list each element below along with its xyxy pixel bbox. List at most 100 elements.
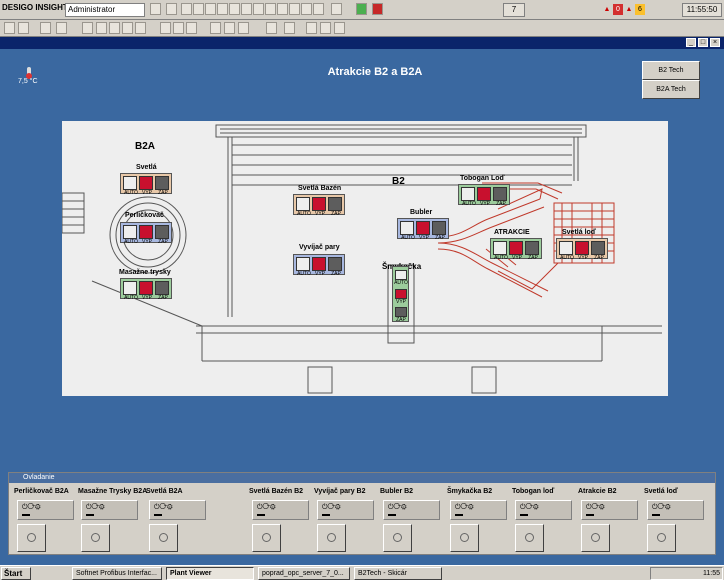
maximize-button[interactable]: □ (698, 38, 708, 47)
atrakcie-vyp-button[interactable]: VYP (509, 241, 523, 261)
toolbar-button[interactable] (193, 3, 204, 15)
task-opc-server[interactable]: poprad_opc_server_7_0... (258, 567, 350, 580)
toolbar-button[interactable] (4, 22, 15, 34)
nav-button-b2a-tech[interactable]: B2A Tech (642, 80, 700, 99)
card-action-button[interactable] (17, 524, 46, 552)
control-panel: Ovladanie Perličkovač B2A ⏻⟳⚙ Masažne Trys… (8, 472, 716, 555)
card-title: Svetlá Bazén B2 (249, 488, 304, 495)
minimize-button[interactable]: _ (686, 38, 696, 47)
vyvijac-auto-button[interactable]: AUTO (296, 257, 311, 277)
toolbar-button[interactable] (40, 22, 51, 34)
smykacka-zap-button[interactable] (395, 307, 407, 317)
toolbar-button[interactable] (331, 3, 342, 15)
card-action-button[interactable] (317, 524, 346, 552)
label-svetla: Svetlá (136, 164, 157, 171)
alarm-bell-icon[interactable]: ▲ (624, 4, 634, 15)
svetla-bazen-auto-button[interactable]: AUTO (296, 197, 311, 217)
toolbar-button[interactable] (277, 3, 288, 15)
card-action-button[interactable] (383, 524, 412, 552)
toolbar-button[interactable] (217, 3, 228, 15)
toolbar-button[interactable] (160, 22, 171, 34)
toolbar-button[interactable] (18, 22, 29, 34)
svetla-auto-button[interactable]: AUTO (123, 176, 138, 196)
status-icons: ⏻⟳⚙ (154, 504, 173, 511)
toolbar-button[interactable] (238, 22, 249, 34)
svetla-lod-control: AUTO VYP ZAP (556, 238, 608, 261)
masazne-vyp-button[interactable]: VYP (139, 281, 153, 301)
atrakcie-auto-button[interactable]: AUTO (493, 241, 508, 261)
area-label-b2: B2 (392, 176, 405, 187)
atrakcie-zap-button[interactable]: ZAP (525, 241, 539, 261)
svetla-lod-auto-button[interactable]: AUTO (559, 241, 574, 261)
toolbar-button[interactable] (320, 22, 331, 34)
close-button[interactable]: × (710, 38, 720, 47)
tobogan-zap-button[interactable]: ZAP (493, 187, 507, 207)
masazne-auto-button[interactable]: AUTO (123, 281, 138, 301)
toolbar-button[interactable] (253, 3, 264, 15)
status-bar (586, 514, 594, 516)
svetla-bazen-vyp-button[interactable]: VYP (312, 197, 326, 217)
perlickovac-vyp-button[interactable]: VYP (139, 225, 153, 245)
toolbar-button[interactable] (266, 22, 277, 34)
svetla-zap-button[interactable]: ZAP (155, 176, 169, 196)
vyvijac-vyp-button[interactable]: VYP (312, 257, 326, 277)
svetla-bazen-zap-button[interactable]: ZAP (328, 197, 342, 217)
toolbar-button[interactable] (229, 3, 240, 15)
toolbar-button[interactable] (241, 3, 252, 15)
toolbar-button[interactable] (301, 3, 312, 15)
vyvijac-zap-button[interactable]: ZAP (328, 257, 342, 277)
toolbar-button[interactable] (135, 22, 146, 34)
toolbar-button[interactable] (150, 3, 161, 15)
bubler-zap-button[interactable]: ZAP (432, 221, 446, 241)
toolbar-button[interactable] (96, 22, 107, 34)
perlickovac-auto-button[interactable]: AUTO (123, 225, 138, 245)
start-button[interactable]: Štart (1, 567, 31, 580)
toolbar-button[interactable] (306, 22, 317, 34)
masazne-zap-button[interactable]: ZAP (155, 281, 169, 301)
svetla-lod-vyp-button[interactable]: VYP (575, 241, 589, 261)
toolbar-button[interactable] (205, 3, 216, 15)
check-icon[interactable] (356, 3, 367, 15)
toolbar-button[interactable] (166, 3, 177, 15)
card-action-button[interactable] (149, 524, 178, 552)
toolbar-button[interactable] (284, 22, 295, 34)
nav-button-b2-tech[interactable]: B2 Tech (642, 61, 700, 80)
alarm-bell-icon[interactable]: ▲ (602, 4, 612, 15)
user-field[interactable]: Administrator (65, 3, 145, 17)
status-bar (257, 514, 265, 516)
toolbar-button[interactable] (173, 22, 184, 34)
task-softnet[interactable]: Softnet Profibus Interfac... (72, 567, 162, 580)
card-action-button[interactable] (252, 524, 281, 552)
toolbar-button[interactable] (122, 22, 133, 34)
bubler-auto-button[interactable]: AUTO (400, 221, 415, 241)
toolbar-button[interactable] (313, 3, 324, 15)
toolbar-button[interactable] (109, 22, 120, 34)
card-title: Perličkovač B2A (14, 488, 69, 495)
toolbar-button[interactable] (224, 22, 235, 34)
toolbar-button[interactable] (181, 3, 192, 15)
task-skicar[interactable]: B2Tech - Skicár (354, 567, 442, 580)
smykacka-vyp-button[interactable] (395, 289, 407, 299)
card-action-button[interactable] (581, 524, 610, 552)
task-plant-viewer[interactable]: Plant Viewer (166, 567, 254, 580)
perlickovac-zap-button[interactable]: ZAP (155, 225, 169, 245)
bubler-vyp-button[interactable]: VYP (416, 221, 430, 241)
toolbar-button[interactable] (186, 22, 197, 34)
svetla-vyp-button[interactable]: VYP (139, 176, 153, 196)
tobogan-auto-button[interactable]: AUTO (461, 187, 476, 207)
svetla-lod-zap-button[interactable]: ZAP (591, 241, 605, 261)
smykacka-auto-button[interactable] (395, 270, 407, 280)
card-action-button[interactable] (450, 524, 479, 552)
tobogan-vyp-button[interactable]: VYP (477, 187, 491, 207)
toolbar-button[interactable] (289, 3, 300, 15)
toolbar-button[interactable] (265, 3, 276, 15)
toolbar-button[interactable] (82, 22, 93, 34)
card-action-button[interactable] (81, 524, 110, 552)
card-action-button[interactable] (515, 524, 544, 552)
toolbar-button[interactable] (210, 22, 221, 34)
card-title: Atrakcie B2 (578, 488, 617, 495)
card-action-button[interactable] (647, 524, 676, 552)
toolbar-button[interactable] (334, 22, 345, 34)
stop-icon[interactable] (372, 3, 383, 15)
toolbar-button[interactable] (56, 22, 67, 34)
